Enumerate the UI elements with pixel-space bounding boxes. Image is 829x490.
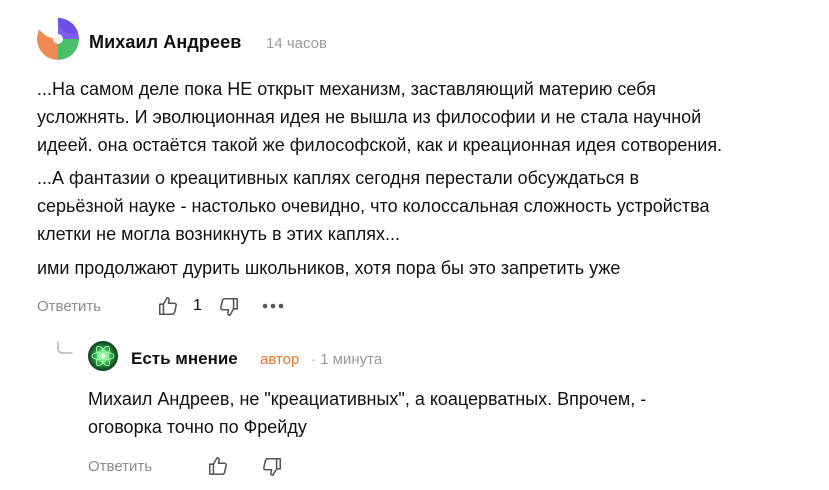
reply-text: Михаил Андреев, не "креациативных", а ко… [88, 389, 647, 437]
reply-thread-icon [57, 341, 73, 354]
comment-paragraph: ...На самом деле пока НЕ открыт механизм… [37, 79, 723, 155]
thumbs-up-icon[interactable] [157, 295, 179, 317]
comment-timestamp: 14 часов [266, 35, 327, 52]
thumbs-up-icon[interactable] [207, 455, 229, 477]
more-icon[interactable] [262, 300, 284, 312]
avatar[interactable] [37, 18, 79, 60]
reply-button[interactable]: Ответить [37, 298, 101, 315]
reply-timestamp: · 1 минута [311, 351, 383, 368]
thumbs-down-icon[interactable] [218, 296, 240, 318]
author-badge: автор [260, 351, 300, 368]
comment-paragraph: ими продолжают дурить школьников, хотя п… [37, 258, 621, 278]
comment-author[interactable]: Михаил Андреев [89, 32, 241, 53]
reply-button[interactable]: Ответить [88, 458, 152, 475]
like-count: 1 [193, 297, 202, 314]
thumbs-down-icon[interactable] [261, 456, 283, 478]
avatar[interactable] [88, 341, 118, 371]
reply-author[interactable]: Есть мнение [131, 349, 238, 369]
comment-paragraph: ...А фантазии о креацитивных каплях сего… [37, 168, 710, 244]
